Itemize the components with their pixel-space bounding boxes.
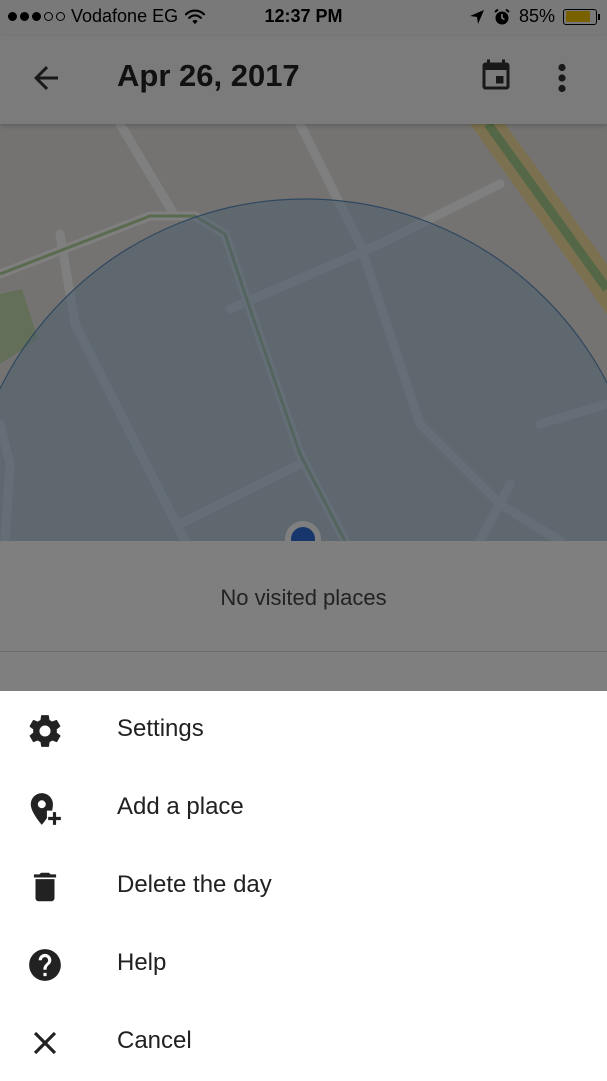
action-sheet: Settings Add a place Delete the day Help… bbox=[0, 691, 607, 1080]
menu-item-delete-day[interactable]: Delete the day bbox=[0, 847, 607, 925]
gear-icon bbox=[29, 715, 61, 747]
trash-icon bbox=[33, 872, 57, 902]
add-location-icon bbox=[30, 793, 61, 825]
menu-item-label: Cancel bbox=[117, 1027, 192, 1054]
close-icon bbox=[33, 1031, 57, 1055]
menu-item-cancel[interactable]: Cancel bbox=[0, 1003, 607, 1081]
menu-item-add-place[interactable]: Add a place bbox=[0, 769, 607, 847]
help-icon bbox=[29, 949, 61, 981]
menu-item-label: Add a place bbox=[117, 793, 244, 820]
menu-item-help[interactable]: Help bbox=[0, 925, 607, 1003]
menu-item-settings[interactable]: Settings bbox=[0, 691, 607, 769]
menu-item-label: Help bbox=[117, 949, 167, 976]
menu-item-label: Settings bbox=[117, 715, 204, 742]
dim-overlay[interactable] bbox=[0, 0, 607, 691]
menu-item-label: Delete the day bbox=[117, 871, 272, 898]
